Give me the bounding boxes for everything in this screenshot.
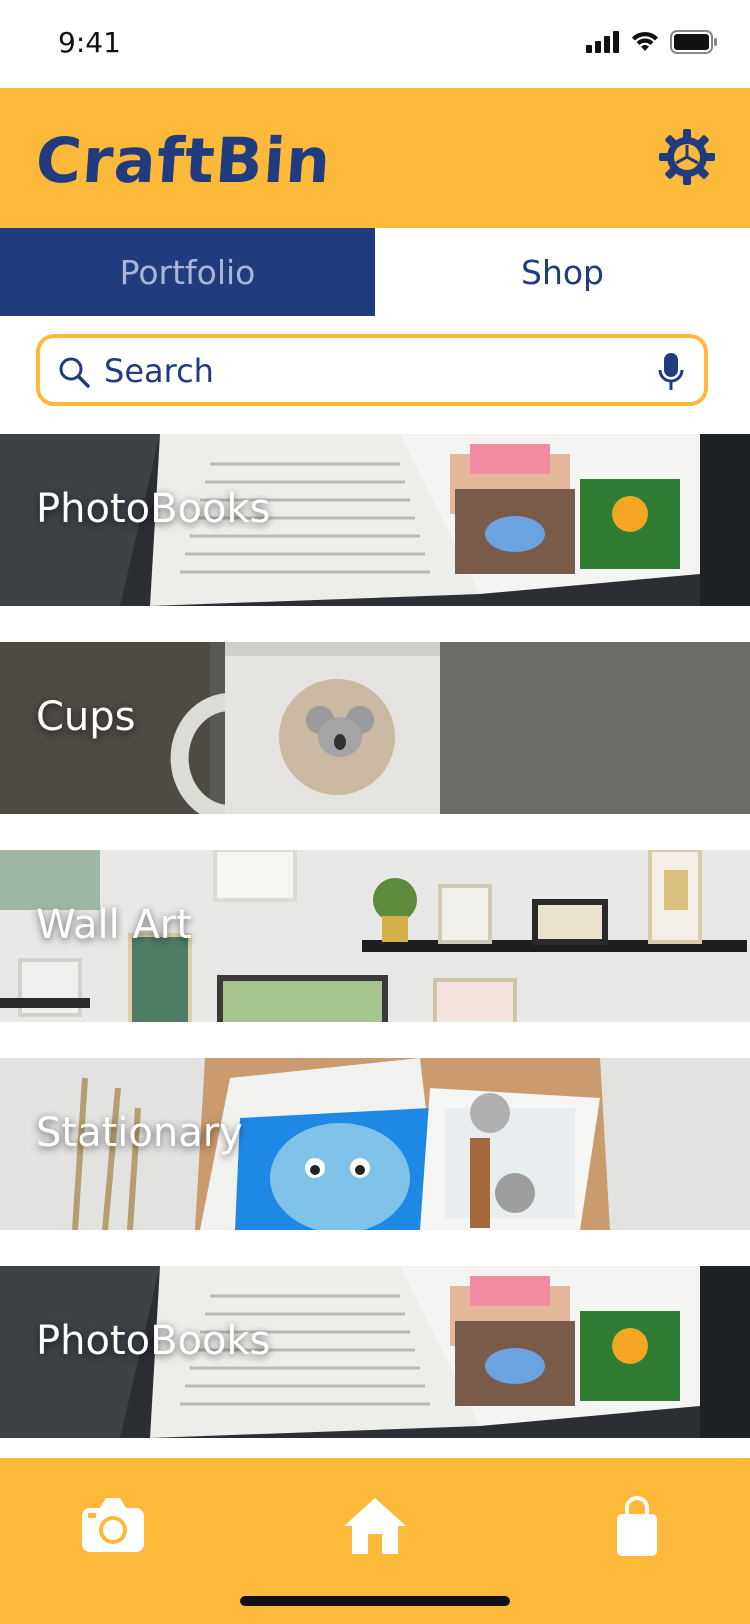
- wifi-icon: [632, 31, 658, 51]
- status-bar: 9:41: [0, 0, 750, 88]
- category-label: Stationary: [36, 1110, 243, 1156]
- home-indicator: [240, 1596, 510, 1606]
- microphone-icon[interactable]: [658, 352, 684, 392]
- category-banner-cups[interactable]: Cups: [0, 642, 750, 814]
- category-banner-photobooks-2[interactable]: PhotoBooks: [0, 1266, 750, 1438]
- category-banner-photobooks[interactable]: PhotoBooks: [0, 434, 750, 606]
- home-icon[interactable]: [340, 1494, 410, 1558]
- shopping-bag-icon[interactable]: [602, 1494, 672, 1558]
- battery-icon: [670, 30, 717, 54]
- search-input[interactable]: [102, 348, 646, 394]
- tab-shop[interactable]: Shop: [375, 228, 750, 316]
- status-icons: [586, 30, 718, 54]
- search-bar: [36, 334, 708, 406]
- cellular-signal-icon: [586, 31, 619, 53]
- category-banner-stationary[interactable]: Stationary: [0, 1058, 750, 1230]
- category-label: PhotoBooks: [36, 1318, 271, 1364]
- category-label: PhotoBooks: [36, 486, 271, 532]
- app-logo: CraftBin: [33, 124, 334, 197]
- app-header: CraftBin: [0, 88, 750, 228]
- camera-icon[interactable]: [78, 1494, 148, 1558]
- status-time: 9:41: [58, 26, 121, 59]
- category-banner-wall-art[interactable]: Wall Art: [0, 850, 750, 1022]
- search-icon: [59, 357, 90, 388]
- category-label: Cups: [36, 694, 136, 740]
- settings-gear-icon[interactable]: [658, 128, 716, 186]
- segment-tabs: Portfolio Shop: [0, 228, 750, 316]
- tab-portfolio[interactable]: Portfolio: [0, 228, 375, 316]
- category-label: Wall Art: [36, 902, 192, 948]
